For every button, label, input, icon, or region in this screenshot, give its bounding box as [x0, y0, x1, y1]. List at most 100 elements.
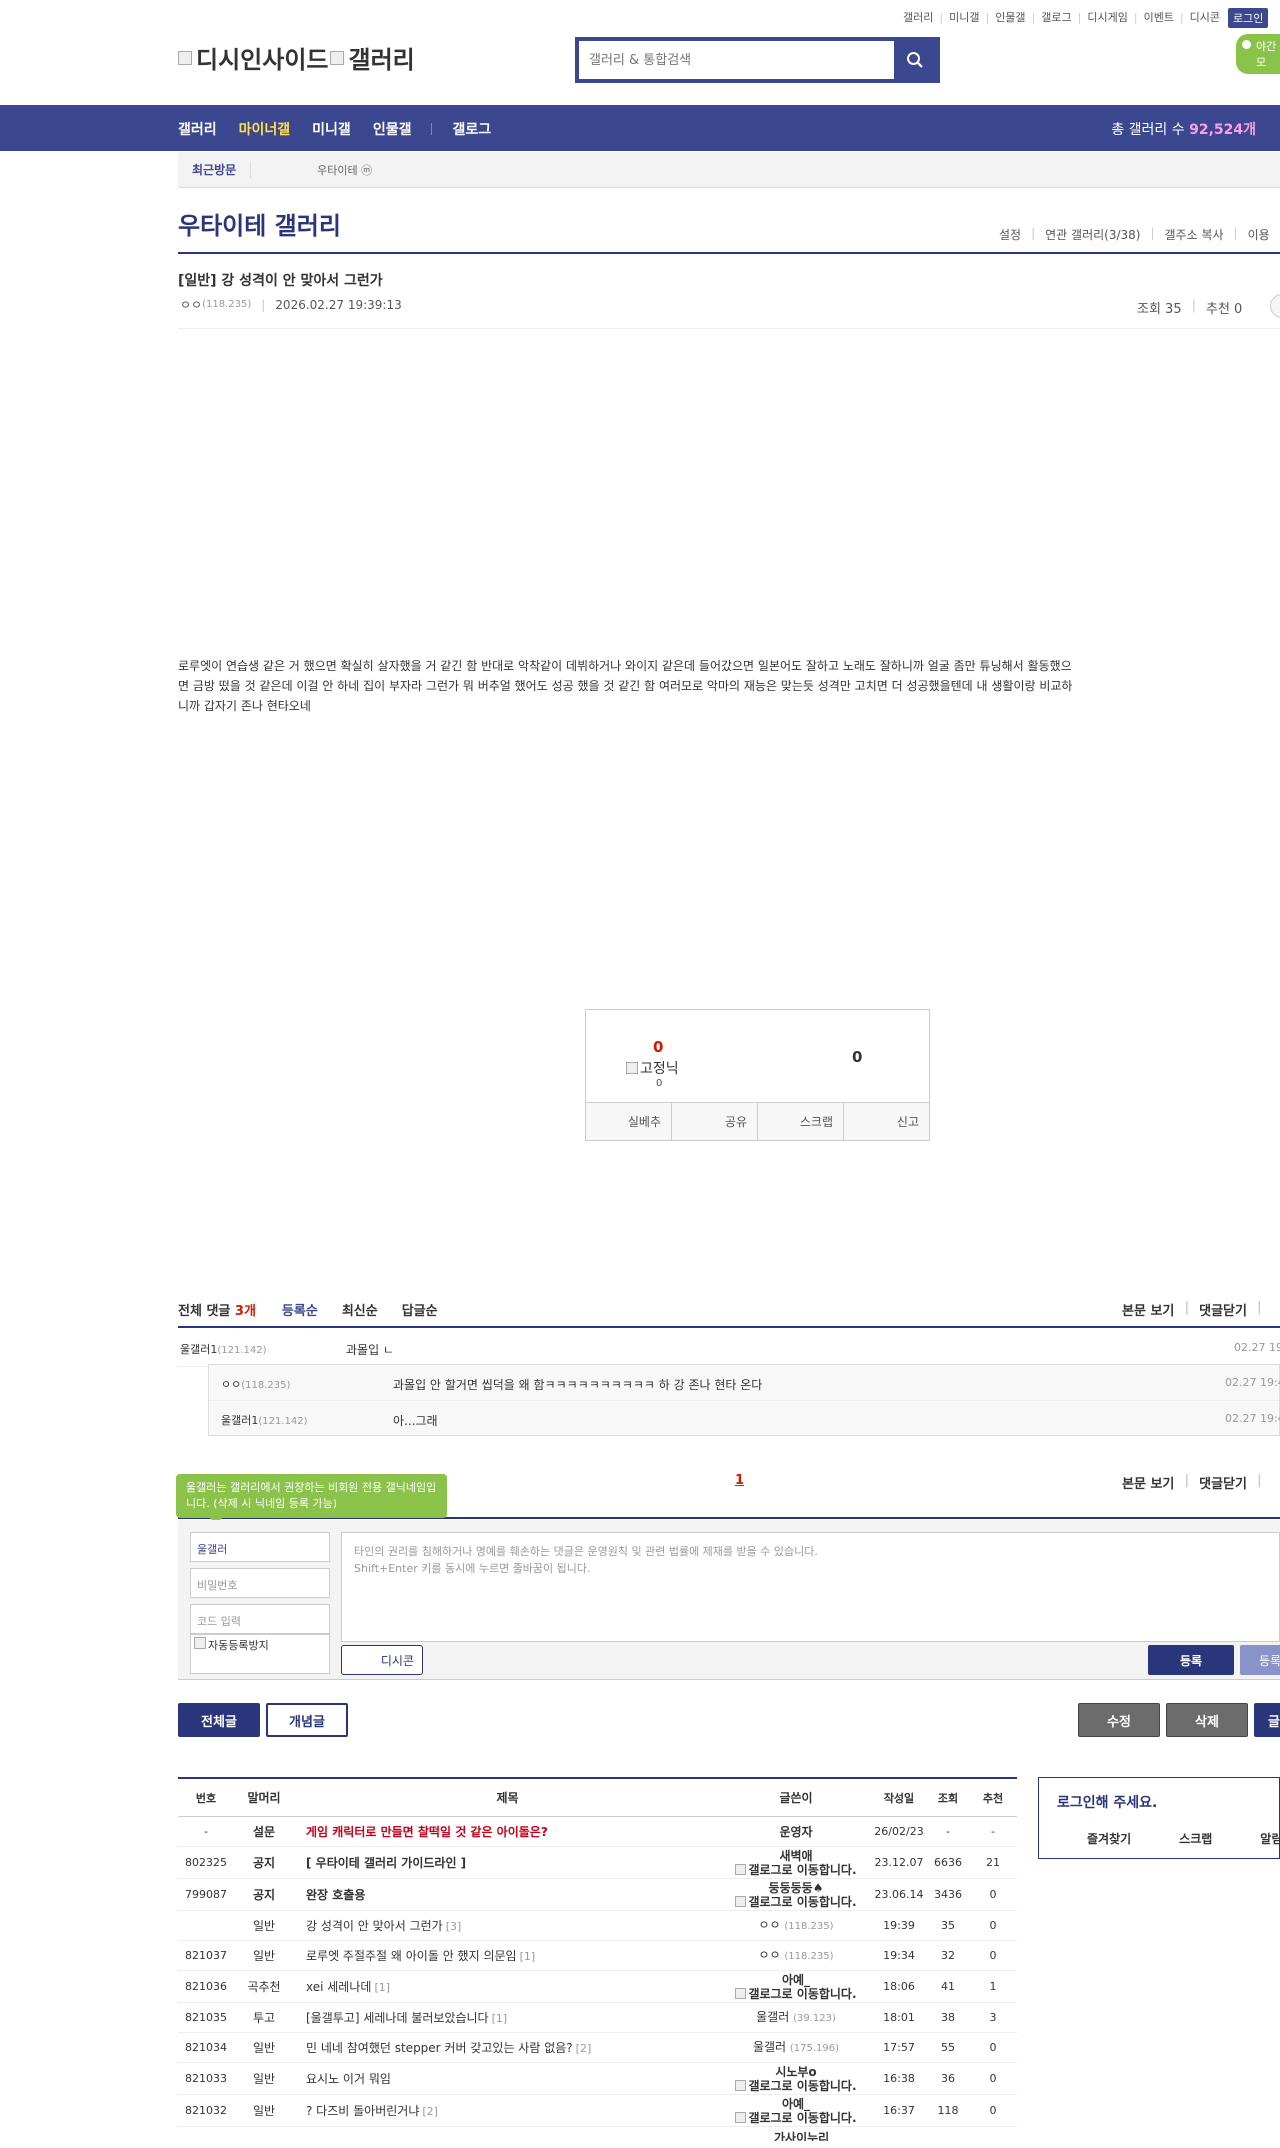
gallog-link[interactable]: 갤로그로 이동합니다. [735, 1895, 857, 1909]
top-util-link[interactable]: 갤러리 [903, 9, 933, 25]
login-button[interactable]: 로그인 [1228, 8, 1269, 28]
recent-visit-gallery[interactable]: 우타이테 ⓜ [317, 162, 372, 178]
silbe-button[interactable]: 실베추 [586, 1103, 672, 1140]
post-title-link[interactable]: 게임 캐릭터로 만들면 찰떡일 것 같은 아이돌은? [294, 1823, 721, 1840]
top-util-link[interactable]: 갤로그 [1041, 9, 1071, 25]
comment-page-1[interactable]: 1 [735, 1473, 744, 1488]
password-field[interactable]: 비밀번호 [190, 1568, 330, 1598]
writer-nick[interactable]: 시노부o [775, 2065, 816, 2079]
more-options-button[interactable] [1270, 294, 1280, 318]
col-views: 조회 [937, 1791, 959, 1805]
writer-nick[interactable]: ㅇㅇ [758, 1918, 780, 1932]
scrap-link[interactable]: 스크랩 [1179, 1830, 1212, 1847]
scrap-button[interactable]: 스크랩 [758, 1103, 844, 1140]
close-comments-link-bottom[interactable]: 댓글닫기 [1199, 1473, 1247, 1492]
report-button[interactable]: 신고 [844, 1103, 929, 1140]
reply-author[interactable]: 울갤러1(121.142) [221, 1412, 308, 1428]
writer-nick[interactable]: ㅇㅇ [758, 1948, 780, 1962]
writer-nick[interactable]: 아예_ [782, 2097, 810, 2111]
close-comments-link[interactable]: 댓글닫기 [1199, 1300, 1247, 1319]
copy-address-link[interactable]: 갤주소 복사 [1165, 226, 1224, 243]
col-date: 작성일 [883, 1791, 915, 1805]
writer-nick[interactable]: 운영자 [779, 1825, 812, 1839]
comment-register-button[interactable]: 등록 [1148, 1645, 1234, 1675]
nav-gallog[interactable]: 갤로그 [452, 119, 491, 139]
code-input-field[interactable]: 코드 입력 [190, 1604, 330, 1634]
related-gallery-link[interactable]: 연관 갤러리(3/38) [1045, 226, 1140, 243]
gallog-link[interactable]: 갤로그로 이동합니다. [735, 1862, 857, 1877]
post-subject: 공지 [252, 1888, 276, 1902]
reply-count[interactable]: [1] [520, 1950, 536, 1963]
post-title-link[interactable]: [울갤투고] 세레나데 불러보았습니다 [1] [294, 2009, 721, 2026]
all-posts-button[interactable]: 전체글 [178, 1703, 260, 1737]
post-title-text: [울갤투고] 세레나데 불러보았습니다 [306, 2011, 489, 2025]
comment-textarea[interactable]: 타인의 권리를 침해하거나 명예를 훼손하는 댓글은 운영원칙 및 관련 법률에… [341, 1532, 1280, 1642]
sort-latest[interactable]: 최신순 [342, 1300, 378, 1319]
gallog-link[interactable]: 갤로그로 이동합니다. [735, 1987, 857, 2001]
top-util-link[interactable]: 디시콘 [1190, 9, 1220, 25]
post-title-link[interactable]: 강 성격이 안 맞아서 그런가 [3] [294, 1917, 721, 1934]
top-util-link[interactable]: 미니갤 [949, 9, 979, 25]
gallog-link[interactable]: 갤로그로 이동합니다. [735, 2111, 857, 2125]
view-body-link-bottom[interactable]: 본문 보기 [1122, 1473, 1174, 1492]
settings-link[interactable]: 설정 [999, 226, 1021, 243]
post-title-text: 민 네네 참여했던 stepper 커버 갖고있는 사람 없음? [306, 2041, 573, 2055]
sort-replies[interactable]: 답글순 [402, 1300, 438, 1319]
post-title-link[interactable]: ? 다즈비 돌아버린거냐 [2] [294, 2102, 721, 2119]
gallery-title[interactable]: 우타이테 갤러리 [178, 206, 341, 241]
gallog-link[interactable]: 갤로그로 이동합니다. [735, 2079, 857, 2093]
share-button[interactable]: 공유 [672, 1103, 758, 1140]
nav-minor-gallery[interactable]: 마이너갤 [239, 119, 291, 139]
writer-nick[interactable]: 둥둥둥둥♠ [769, 1881, 824, 1895]
concept-posts-button[interactable]: 개념글 [266, 1703, 348, 1737]
writer-nick[interactable]: 새벽애 [779, 1849, 812, 1863]
search-input[interactable] [579, 41, 894, 79]
comment-author[interactable]: 울갤러1(121.142) [180, 1341, 267, 1357]
reply-count[interactable]: [1] [374, 1981, 390, 1994]
login-prompt[interactable]: 로그인해 주세요. [1057, 1792, 1157, 1812]
edit-button[interactable]: 수정 [1078, 1703, 1160, 1737]
night-mode-toggle[interactable]: 야간 모 [1236, 34, 1280, 74]
fixed-nick-recommend[interactable]: 고정닉 [626, 1058, 679, 1078]
post-title-link[interactable]: 민 네네 참여했던 stepper 커버 갖고있는 사람 없음? [2] [294, 2039, 721, 2056]
recent-visit-label[interactable]: 최근방문 [178, 161, 252, 178]
reply-author[interactable]: ㅇㅇ(118.235) [221, 1376, 290, 1392]
top-util-link[interactable]: 인물갤 [995, 9, 1025, 25]
nickname-field[interactable]: 울갤러 [190, 1532, 330, 1562]
reply-count[interactable]: [2] [576, 2042, 592, 2055]
notification-link[interactable]: 알림 [1260, 1830, 1280, 1847]
top-util-link[interactable]: 이벤트 [1144, 9, 1174, 25]
post-title-link[interactable]: [ 우타이테 갤러리 가이드라인 ] [294, 1854, 721, 1871]
post-author[interactable]: ㅇㅇ [180, 296, 202, 313]
write-button[interactable]: 글 [1254, 1703, 1280, 1737]
post-number: 821034 [185, 2041, 227, 2054]
writer-nick[interactable]: 울갤러 [756, 2010, 789, 2024]
site-logo[interactable]: 디시인사이드 갤러리 [178, 40, 415, 75]
comment-register-and-recommend-button[interactable]: 등록 [1240, 1645, 1280, 1675]
favorites-link[interactable]: 즐겨찾기 [1087, 1830, 1131, 1847]
writer-nick[interactable]: 아예_ [782, 1973, 810, 1987]
comment-row: 울갤러1(121.142) 과몰입 ㄴ 02.27 19: [178, 1329, 1280, 1367]
nav-gallery[interactable]: 갤러리 [178, 119, 217, 139]
post-title-link[interactable]: 로루엣 주절주절 왜 아이돌 안 했지 의문임 [1] [294, 1947, 721, 1964]
reply-count[interactable]: [2] [422, 2105, 438, 2118]
dccon-button[interactable]: 디시콘 [341, 1645, 423, 1675]
reply-count[interactable]: [1] [492, 2012, 508, 2025]
delete-button[interactable]: 삭제 [1166, 1703, 1248, 1737]
sort-registered[interactable]: 등록순 [282, 1300, 318, 1319]
broken-image-icon [735, 1896, 747, 1907]
nav-person-gallery[interactable]: 인물갤 [373, 119, 412, 139]
post-title-link[interactable]: 완장 호출용 [294, 1886, 721, 1903]
nav-mini-gallery[interactable]: 미니갤 [312, 119, 351, 139]
post-title-link[interactable]: 요시노 이거 뭐임 [294, 2070, 721, 2087]
post-number: 821037 [185, 1949, 227, 1962]
usage-link[interactable]: 이용 [1248, 226, 1270, 243]
top-util-link[interactable]: 디시게임 [1087, 9, 1127, 25]
view-body-link[interactable]: 본문 보기 [1122, 1300, 1174, 1319]
writer-nick[interactable]: 가사이누리 [774, 2129, 829, 2141]
gallog-alt-text: 갤로그로 이동합니다. [748, 1862, 857, 1877]
reply-count[interactable]: [3] [446, 1920, 462, 1933]
writer-nick[interactable]: 울갤러 [753, 2040, 786, 2054]
post-title-link[interactable]: xei 세레나데 [1] [294, 1978, 721, 1995]
search-button[interactable] [894, 41, 936, 79]
